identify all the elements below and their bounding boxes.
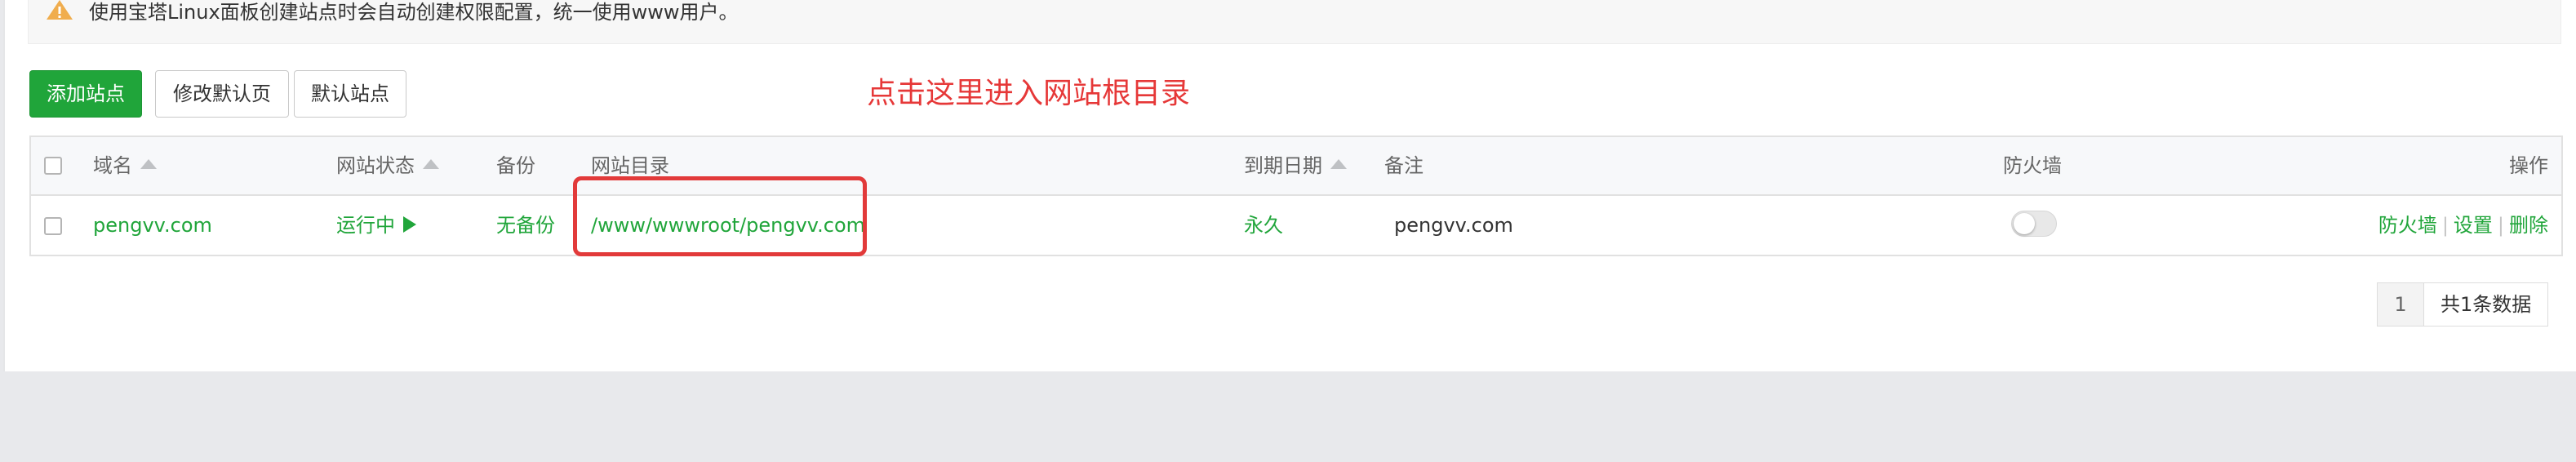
row-actions: 防火墙 | 设置 | 删除 [2378,196,2548,255]
header-domain-label: 域名 [93,154,132,177]
action-separator: | [2497,214,2504,237]
sort-up-icon [140,159,157,169]
select-all-checkbox[interactable] [44,157,62,175]
total-count: 共1条数据 [2424,283,2548,326]
add-site-button[interactable]: 添加站点 [29,70,142,118]
header-firewall: 防火墙 [2003,154,2062,177]
delete-action-link[interactable]: 删除 [2509,214,2548,237]
edit-default-page-button[interactable]: 修改默认页 [155,70,289,118]
settings-action-link[interactable]: 设置 [2454,214,2493,237]
header-expire-label: 到期日期 [1244,154,1322,177]
site-domain-link[interactable]: pengvv.com [93,196,212,255]
site-remark[interactable]: pengvv.com [1394,196,1513,255]
notice-bar: 使用宝塔Linux面板创建站点时会自动创建权限配置，统一使用www用户。 [28,0,2561,44]
page-number-button[interactable]: 1 [2378,283,2424,326]
table-row: pengvv.com 运行中 无备份 /www/wwwroot/pengvv.c… [31,196,2561,255]
annotation-highlight-box [573,176,867,256]
content-panel: 使用宝塔Linux面板创建站点时会自动创建权限配置，统一使用www用户。 添加站… [3,0,2576,371]
sort-up-icon [1330,159,1347,169]
site-status[interactable]: 运行中 [336,196,416,255]
play-icon [403,216,416,233]
action-separator: | [2441,214,2449,237]
header-backup: 备份 [496,154,535,177]
header-actions: 操作 [2509,154,2548,177]
row-checkbox[interactable] [44,217,62,235]
site-table: 域名 网站状态 备份 网站目录 到期日期 备注 防火墙 操作 pengvv.co… [29,135,2563,256]
site-expire-link[interactable]: 永久 [1244,196,1283,255]
firewall-action-link[interactable]: 防火墙 [2378,214,2437,237]
header-status-label: 网站状态 [336,154,415,177]
header-expire[interactable]: 到期日期 [1244,137,1347,194]
default-site-button[interactable]: 默认站点 [294,70,406,118]
header-remark: 备注 [1384,154,1423,177]
firewall-toggle[interactable] [2011,211,2057,237]
notice-text: 使用宝塔Linux面板创建站点时会自动创建权限配置，统一使用www用户。 [89,1,739,24]
sort-up-icon [423,159,439,169]
table-header: 域名 网站状态 备份 网站目录 到期日期 备注 防火墙 操作 [31,137,2561,196]
site-status-label: 运行中 [336,214,395,237]
annotation-text: 点击这里进入网站根目录 [867,77,1191,110]
toggle-knob [2014,213,2035,234]
site-backup-link[interactable]: 无备份 [496,196,555,255]
header-domain[interactable]: 域名 [93,137,157,194]
pagination: 1 共1条数据 [2377,282,2549,327]
warning-icon [47,0,73,20]
header-status[interactable]: 网站状态 [336,137,439,194]
